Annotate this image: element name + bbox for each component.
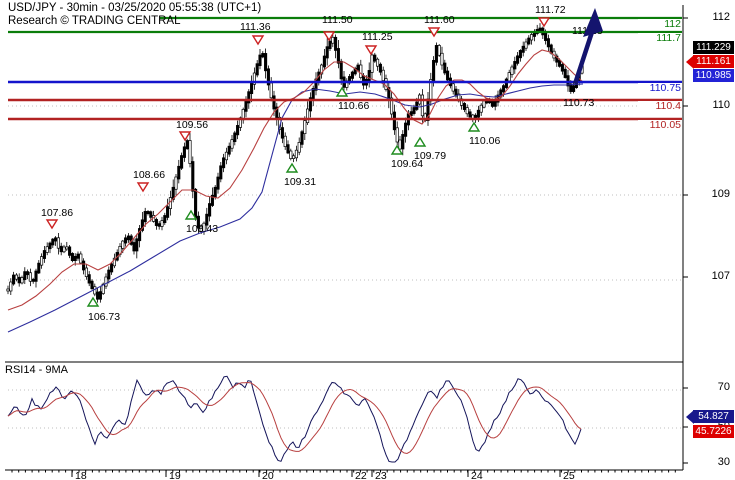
projection-arrow-layer [572, 8, 603, 85]
rsi-ma-value-tag: 45.7226 [693, 425, 734, 438]
support-price-tag: 110.985 [693, 69, 734, 82]
last-price-tag: 111.229 [693, 41, 734, 54]
rsi-value-tag: 54.827 [693, 410, 734, 423]
forecast-arrow-shaft [572, 31, 595, 85]
forecast-arrow-head-icon [583, 8, 603, 37]
pivot-price-tag: 111.161 [693, 55, 734, 68]
trading-central-chart: USD/JPY - 30min - 03/25/2020 05:55:38 (U… [0, 0, 735, 480]
